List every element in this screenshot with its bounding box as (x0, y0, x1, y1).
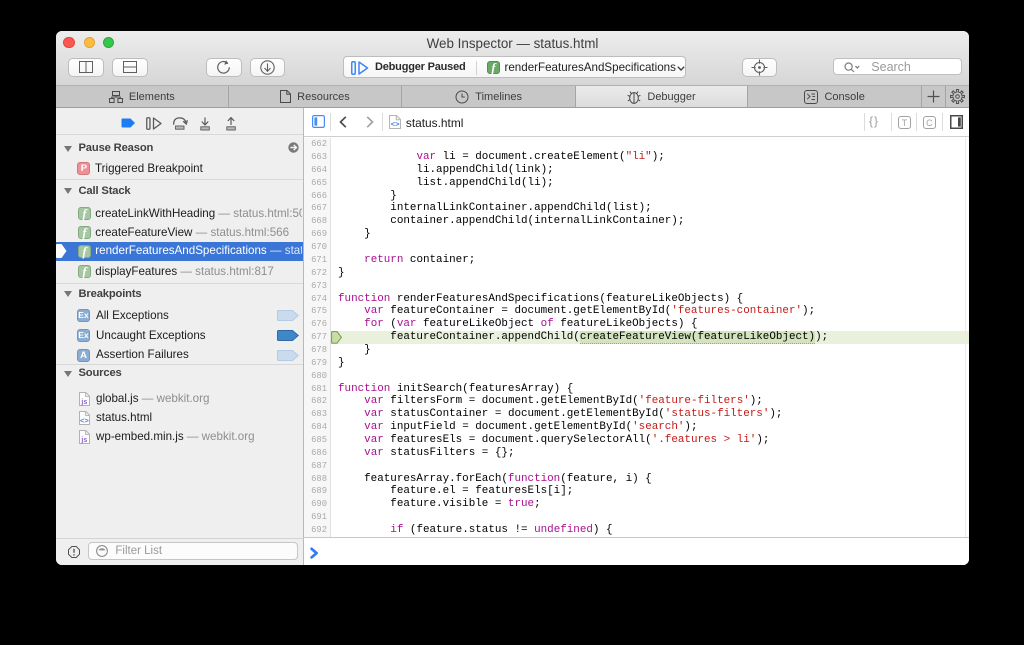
svg-text:<>: <> (391, 119, 400, 128)
svg-text:<>: <> (80, 415, 89, 424)
svg-text:js: js (80, 399, 87, 406)
svg-text:C: C (926, 117, 933, 127)
svg-text:js: js (80, 437, 87, 444)
svg-text:T: T (901, 117, 907, 127)
